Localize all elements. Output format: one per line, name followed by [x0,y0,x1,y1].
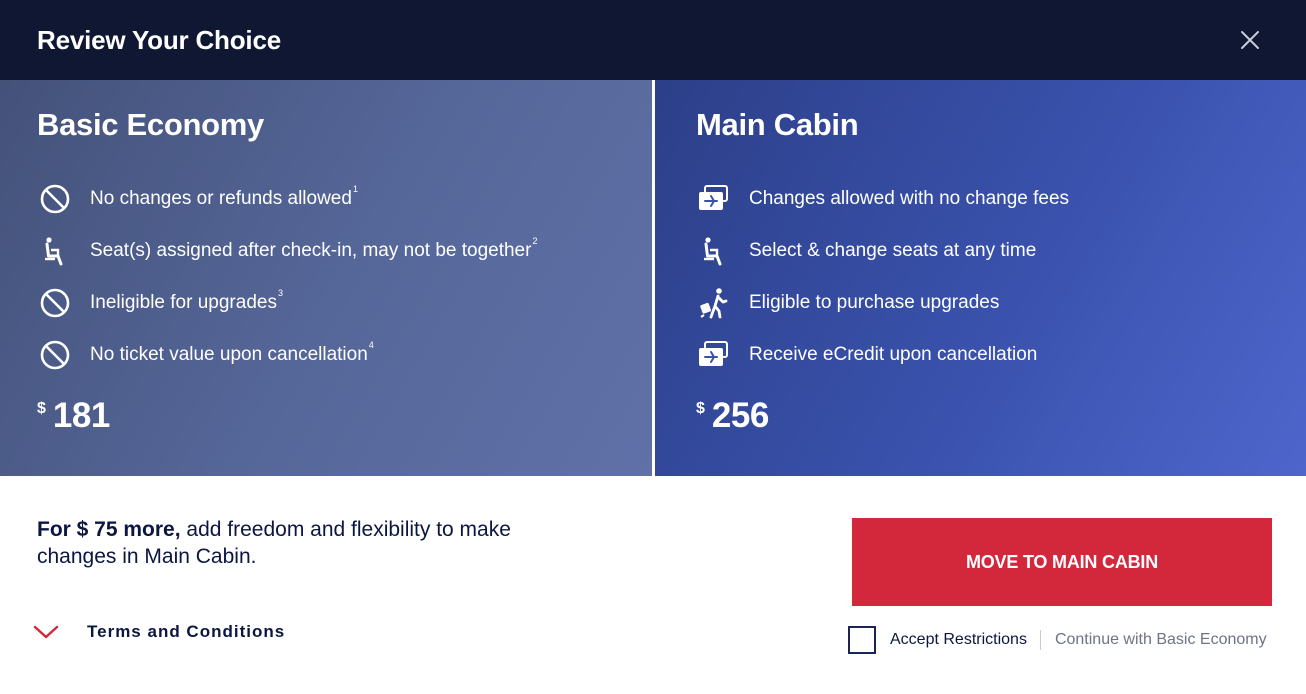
modal-title: Review Your Choice [37,24,281,55]
accept-restrictions-checkbox[interactable] [848,626,876,654]
feature-item: Changes allowed with no change fees [696,173,1269,225]
feature-text: Eligible to purchase upgrades [749,292,1000,313]
no-entry-icon [37,337,73,373]
terms-toggle[interactable]: Terms and Conditions [33,622,285,642]
chevron-down-icon [33,623,59,641]
feature-text: Receive eCredit upon cancellation [749,344,1038,365]
feature-item: Seat(s) assigned after check-in, may not… [37,225,615,277]
continue-basic-economy-link[interactable]: Continue with Basic Economy [1055,631,1267,649]
main-cabin-features: Changes allowed with no change fees Sele… [696,173,1269,381]
feature-item: Select & change seats at any time [696,225,1269,277]
basic-economy-features: No changes or refunds allowed1 Seat(s) a… [37,173,615,381]
ticket-plane-icon [696,181,732,217]
close-icon[interactable] [1237,27,1263,53]
terms-label: Terms and Conditions [87,622,286,641]
accept-restrictions-row: Accept Restrictions Continue with Basic … [848,626,1267,654]
upsell-message: For $ 75 more, add freedom and flexibili… [37,516,577,570]
footnote-marker: 2 [532,236,538,246]
feature-text: No ticket value upon cancellation4 [90,340,374,365]
feature-item: Eligible to purchase upgrades [696,277,1269,329]
footnote-marker: 1 [352,184,358,194]
basic-economy-panel: Basic Economy No changes or refunds allo… [0,80,652,476]
feature-text: Ineligible for upgrades3 [90,288,283,313]
traveler-icon [696,285,732,321]
ticket-plane-icon [696,337,732,373]
feature-text: No changes or refunds allowed1 [90,184,358,209]
price-value: 256 [711,396,769,435]
upsell-amount: For $ 75 more, [37,518,181,541]
move-to-main-cabin-button[interactable]: MOVE TO MAIN CABIN [852,518,1272,606]
feature-item: Ineligible for upgrades3 [37,277,615,329]
seat-icon [696,233,732,269]
footnote-marker: 3 [277,288,283,298]
main-cabin-price: $ 256 [696,396,769,436]
feature-text: Seat(s) assigned after check-in, may not… [90,236,538,261]
divider [1039,630,1041,650]
feature-item: No changes or refunds allowed1 [37,173,615,225]
feature-text: Select & change seats at any time [749,240,1037,261]
price-value: 181 [52,396,110,435]
seat-icon [37,233,73,269]
main-cabin-panel: Main Cabin Changes allowed with no chang… [655,80,1306,476]
currency-symbol: $ [37,400,46,417]
no-entry-icon [37,285,73,321]
modal-header: Review Your Choice [0,0,1306,80]
currency-symbol: $ [696,400,705,417]
feature-item: No ticket value upon cancellation4 [37,329,615,381]
accept-restrictions-label[interactable]: Accept Restrictions [890,631,1027,649]
feature-item: Receive eCredit upon cancellation [696,329,1269,381]
feature-text: Changes allowed with no change fees [749,188,1070,209]
fare-comparison: Basic Economy No changes or refunds allo… [0,80,1306,476]
basic-economy-price: $ 181 [37,396,110,436]
no-entry-icon [37,181,73,217]
basic-economy-title: Basic Economy [37,107,264,142]
footnote-marker: 4 [368,340,374,350]
main-cabin-title: Main Cabin [696,107,859,142]
